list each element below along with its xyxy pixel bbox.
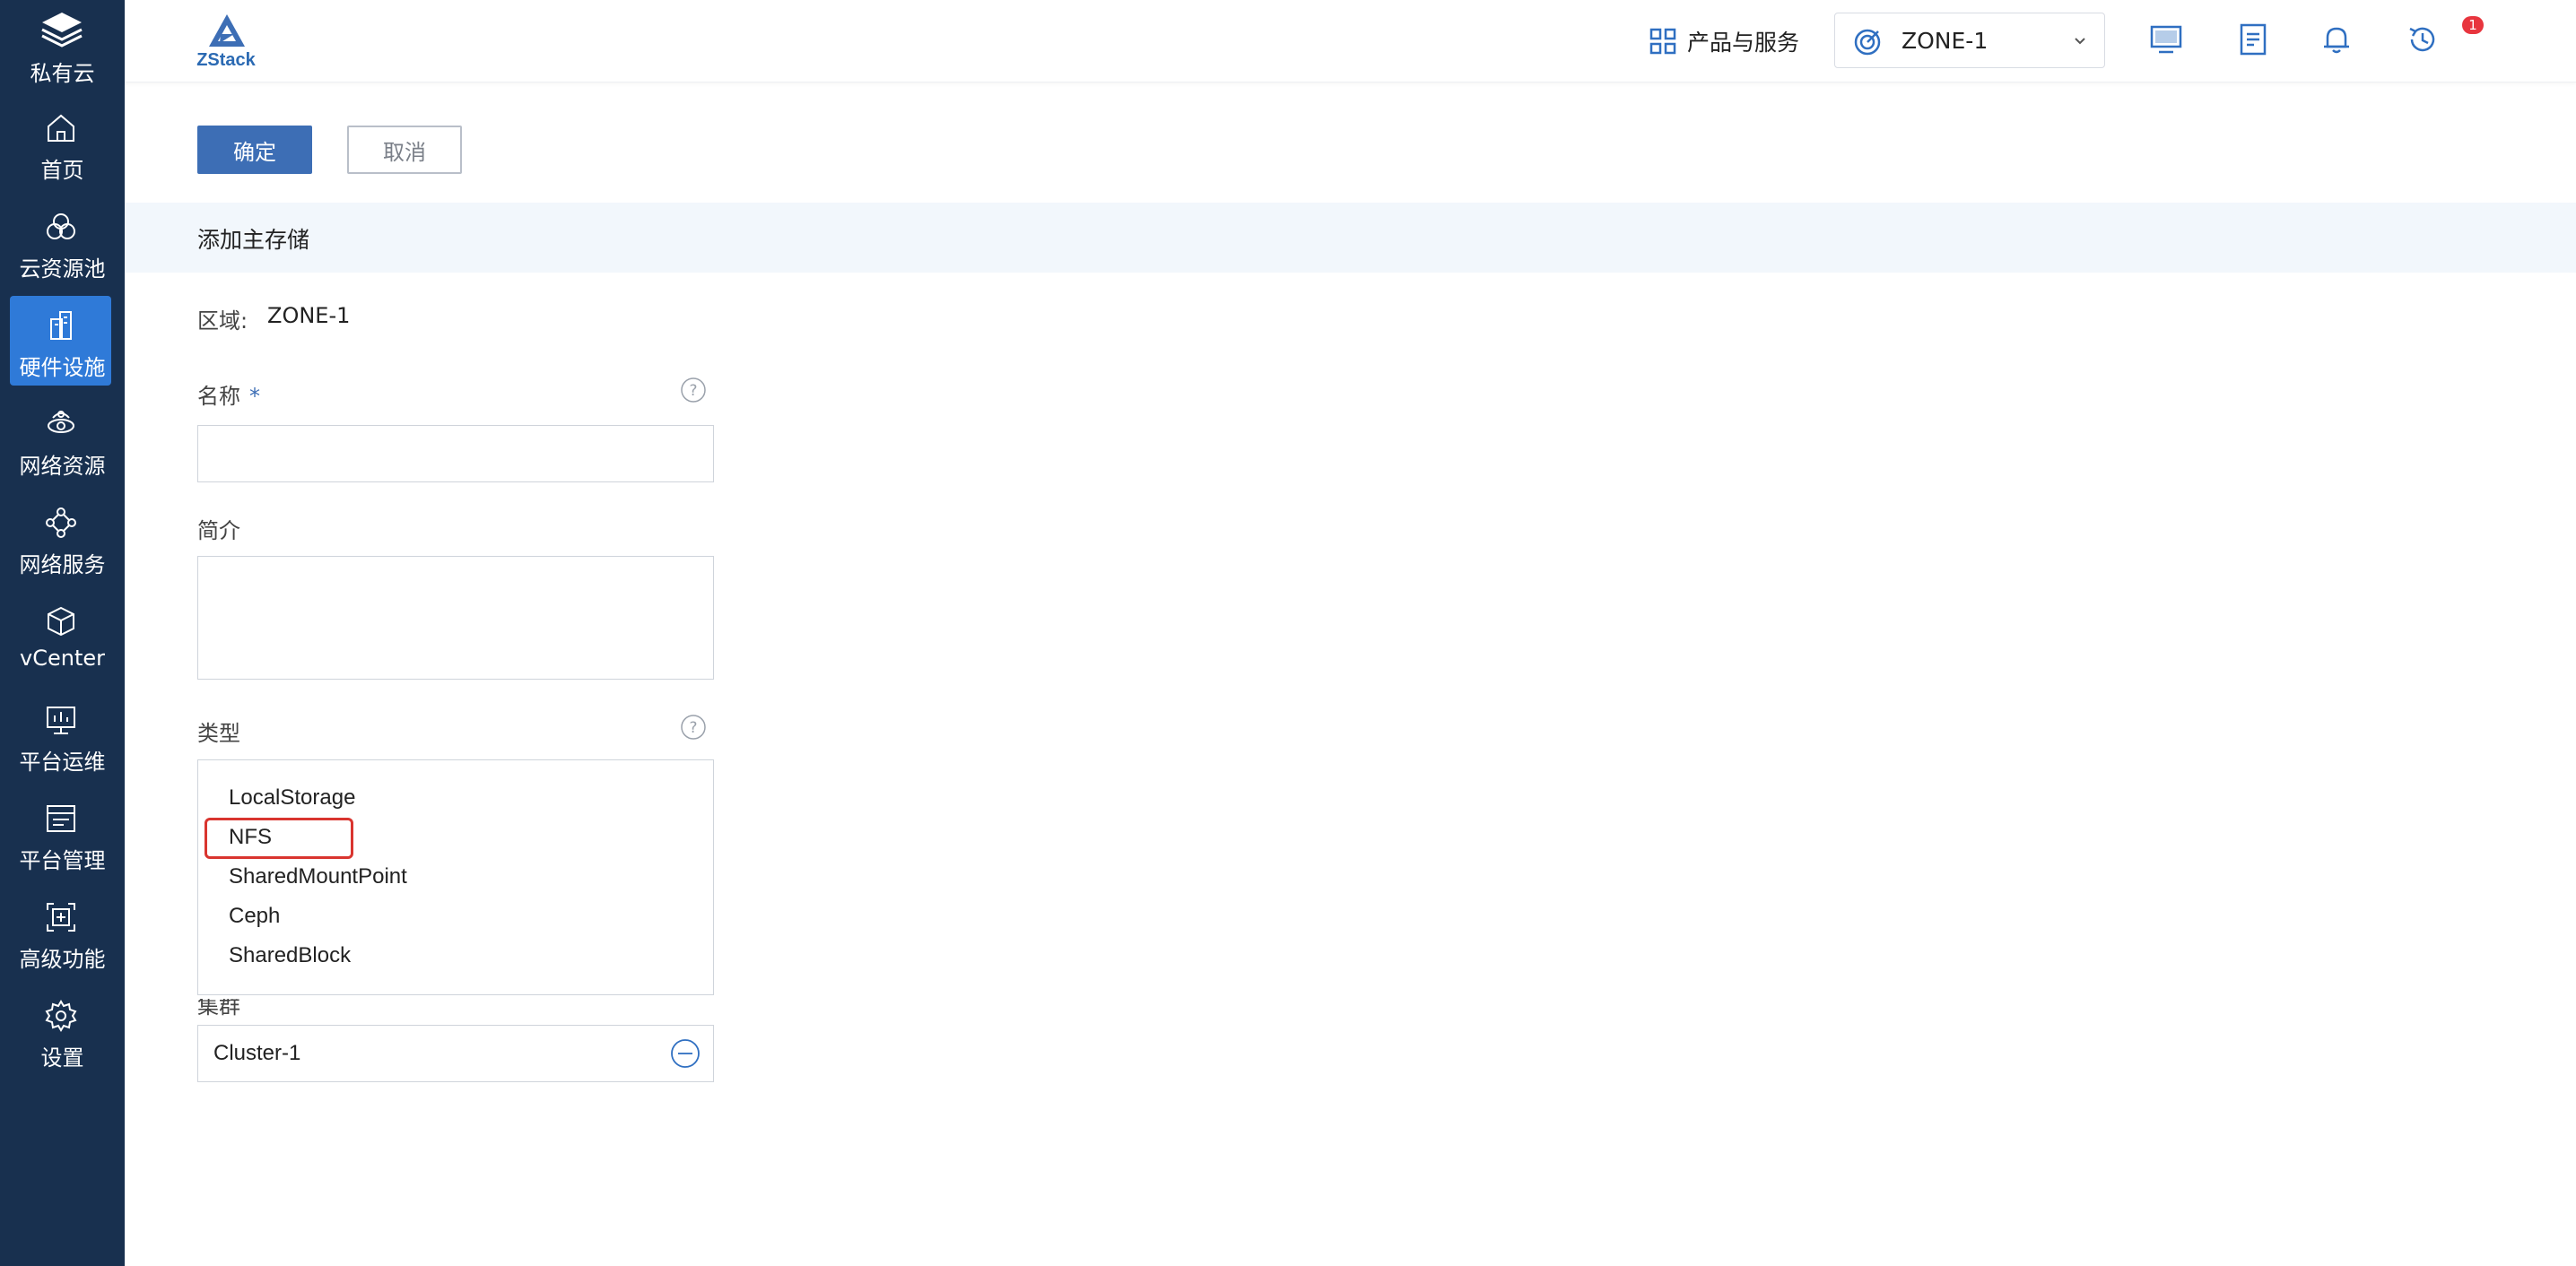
sidebar-item-label: vCenter [20,646,105,671]
sidebar: 私有云 首页 云资源池 硬件设施 网络资源 网络服务 vCenter 平台运维 … [0,0,125,1266]
section-header: 添加主存储 [125,203,2576,273]
sidebar-brand[interactable]: 私有云 [0,0,125,90]
home-icon [48,114,74,142]
description-label: 简介 [197,518,240,543]
sidebar-item-label: 高级功能 [19,947,106,972]
network-resource-icon [48,411,74,433]
chevron-down-icon [2075,38,2085,45]
remove-circle-icon[interactable] [670,1038,701,1069]
logo-text: ZStack [196,50,256,70]
section-title: 添加主存储 [197,227,310,253]
required-star-icon: * [249,384,260,409]
layers-icon [41,13,83,48]
sidebar-item-label: 首页 [40,158,84,183]
help-icon[interactable]: ? [680,377,707,403]
zone-value: ZONE-1 [267,303,351,328]
type-label: 类型 [197,721,240,746]
name-label: 名称 * [197,378,260,410]
cloud-resource-icon [47,213,75,239]
sidebar-brand-label: 私有云 [30,61,95,86]
svg-text:?: ? [689,382,697,400]
svg-text:?: ? [689,719,697,737]
sidebar-item-network-service[interactable]: 网络服务 [10,493,111,583]
type-option-localstorage[interactable]: LocalStorage [229,785,355,811]
zone-label: 区域: [197,308,248,334]
history-icon[interactable] [2405,22,2441,57]
zone-selector-value: ZONE-1 [1902,28,1989,54]
sidebar-item-label: 网络资源 [19,454,106,479]
sidebar-item-label: 网络服务 [19,552,106,577]
document-icon[interactable] [2234,22,2270,57]
ops-icon [47,707,75,734]
network-service-icon [46,507,76,538]
sidebar-item-ops[interactable]: 平台运维 [10,690,111,780]
sidebar-item-label: 平台管理 [19,848,106,873]
grid-icon [1649,28,1676,55]
type-option-ceph[interactable]: Ceph [229,904,280,929]
name-input[interactable] [197,425,714,482]
products-services-link[interactable]: 产品与服务 [1649,23,1799,59]
type-option-sharedblock[interactable]: SharedBlock [229,943,351,968]
main-content: 确定 取消 添加主存储 区域: ZONE-1 名称 * ? 简介 类型 ? 集群 … [125,82,2576,1266]
nfs-highlight-box [205,818,353,859]
products-services-label: 产品与服务 [1687,30,1800,56]
settings-icon [45,1000,77,1032]
bell-icon[interactable] [2319,22,2354,57]
sidebar-item-label: 设置 [40,1045,84,1071]
topbar: ZStack 产品与服务 ZONE-1 1 [125,0,2576,82]
hardware-icon [50,311,72,340]
type-option-sharedmountpoint[interactable]: SharedMountPoint [229,864,407,889]
type-dropdown-list[interactable]: LocalStorage NFS SharedMountPoint Ceph S… [197,759,714,995]
zstack-logo-icon [209,14,245,47]
monitor-icon[interactable] [2148,22,2184,57]
sidebar-item-platform-manage[interactable]: 平台管理 [10,789,111,879]
cluster-field[interactable]: Cluster-1 [197,1025,714,1082]
sidebar-item-settings[interactable]: 设置 [10,986,111,1076]
confirm-button[interactable]: 确定 [197,126,312,174]
zstack-logo[interactable]: ZStack [195,13,257,72]
zone-selector[interactable]: ZONE-1 [1834,13,2105,68]
sidebar-item-network-resource[interactable]: 网络资源 [10,395,111,484]
notification-badge: 1 [2462,16,2484,34]
platform-manage-icon [47,805,75,832]
sidebar-item-home[interactable]: 首页 [10,99,111,188]
description-textarea[interactable] [197,556,714,680]
sidebar-item-label: 平台运维 [19,750,106,775]
sidebar-item-cloud-resource[interactable]: 云资源池 [10,197,111,287]
cancel-button[interactable]: 取消 [347,126,462,174]
help-icon[interactable]: ? [680,714,707,741]
cluster-value: Cluster-1 [213,1041,301,1065]
sidebar-item-label: 云资源池 [19,256,106,282]
advanced-icon [47,903,75,932]
sidebar-item-vcenter[interactable]: vCenter [10,592,111,681]
sidebar-item-advanced[interactable]: 高级功能 [10,888,111,977]
zone-target-icon [1854,29,1881,56]
sidebar-item-hardware[interactable]: 硬件设施 [10,296,111,386]
sidebar-item-label: 硬件设施 [19,355,106,380]
name-label-text: 名称 [197,384,240,409]
vcenter-icon [48,606,74,637]
